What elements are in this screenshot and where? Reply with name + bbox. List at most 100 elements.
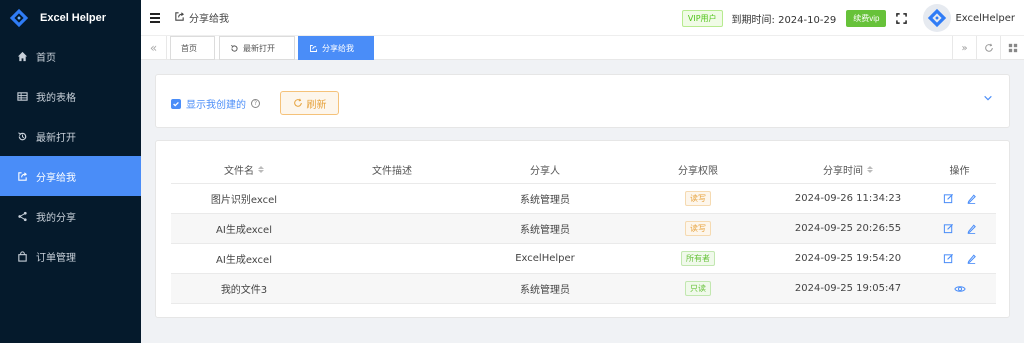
column-label: 分享时间 bbox=[823, 166, 863, 177]
home-icon bbox=[16, 50, 28, 62]
share-in-icon bbox=[174, 11, 185, 25]
cell-permission: 所有者 bbox=[623, 251, 773, 266]
eye-icon[interactable] bbox=[953, 284, 966, 294]
tabs-scroll-right-icon[interactable]: » bbox=[952, 36, 976, 60]
chevron-down-icon[interactable] bbox=[983, 93, 993, 103]
logo[interactable]: Excel Helper bbox=[0, 0, 141, 36]
table-row[interactable]: 我的文件3 系统管理员 只读 2024-09-25 19:05:47 bbox=[171, 274, 996, 304]
avatar-logo-icon bbox=[928, 8, 947, 28]
edit-icon[interactable] bbox=[943, 223, 954, 234]
avatar[interactable] bbox=[923, 4, 952, 32]
tab-home[interactable]: 首页 bbox=[170, 36, 215, 60]
column-label: 分享人 bbox=[530, 166, 560, 177]
refresh-tab-icon[interactable] bbox=[976, 36, 1000, 60]
column-header-sharer: 分享人 bbox=[467, 162, 623, 177]
cell-sharer: 系统管理员 bbox=[520, 225, 570, 236]
username[interactable]: ExcelHelper bbox=[955, 13, 1015, 24]
table-row[interactable]: AI生成excel 系统管理员 读写 2024-09-25 20:26:55 bbox=[171, 214, 996, 244]
permission-badge: 读写 bbox=[685, 191, 711, 206]
cell-sharer: 系统管理员 bbox=[520, 285, 570, 296]
table-icon bbox=[16, 90, 28, 102]
breadcrumb-label: 分享给我 bbox=[189, 14, 229, 25]
cell-share-time: 2024-09-26 11:34:23 bbox=[794, 193, 902, 204]
table-row[interactable]: AI生成excel ExcelHelper 所有者 2024-09-25 19:… bbox=[171, 244, 996, 274]
sidebar-item-my-shares[interactable]: 我的分享 bbox=[0, 196, 141, 236]
cell-share-time: 2024-09-25 20:26:55 bbox=[794, 223, 902, 234]
bag-icon bbox=[16, 250, 28, 262]
edit-icon[interactable] bbox=[943, 193, 954, 204]
vip-badge: VIP用户 bbox=[681, 9, 723, 27]
refresh-button[interactable]: 刷新 bbox=[280, 91, 339, 115]
sort-icon[interactable] bbox=[867, 166, 873, 173]
column-label: 操作 bbox=[949, 166, 970, 177]
cell-filename[interactable]: AI生成excel bbox=[171, 251, 317, 266]
cell-filename[interactable]: 图片识别excel bbox=[171, 191, 317, 206]
cell-actions bbox=[923, 284, 996, 294]
sort-icon[interactable] bbox=[258, 166, 264, 173]
column-label: 文件描述 bbox=[372, 166, 412, 177]
sidebar-item-recent[interactable]: 最新打开 bbox=[0, 116, 141, 156]
table-row[interactable]: 图片识别excel 系统管理员 读写 2024-09-26 11:34:23 bbox=[171, 184, 996, 214]
cell-sharer: ExcelHelper bbox=[515, 253, 575, 264]
checkbox-checked-icon bbox=[171, 98, 181, 109]
pen-icon[interactable] bbox=[966, 223, 977, 234]
column-header-desc: 文件描述 bbox=[317, 162, 467, 177]
filter-card: 显示我创建的 ? 刷新 bbox=[155, 74, 1010, 128]
tab-label: 最新打开 bbox=[243, 43, 275, 53]
sidebar-item-label: 我的表格 bbox=[36, 92, 76, 104]
cell-actions bbox=[923, 193, 996, 204]
expire-date: 到期时间: 2024-10-29 bbox=[731, 14, 837, 26]
sidebar-item-my-tables[interactable]: 我的表格 bbox=[0, 76, 141, 116]
permission-badge: 读写 bbox=[685, 221, 711, 236]
sidebar-item-shared-with-me[interactable]: 分享给我 bbox=[0, 156, 141, 196]
cell-actions bbox=[923, 253, 996, 264]
tab-label: 分享给我 bbox=[322, 43, 354, 53]
app-title: Excel Helper bbox=[40, 12, 107, 24]
sidebar-item-orders[interactable]: 订单管理 bbox=[0, 236, 141, 276]
cell-sharer: 系统管理员 bbox=[520, 195, 570, 206]
history-icon bbox=[230, 44, 239, 53]
show-mine-label: 显示我创建的 bbox=[186, 100, 246, 111]
cell-filename[interactable]: 我的文件3 bbox=[171, 281, 317, 296]
share-table: 文件名 文件描述 分享人 分享权限 分享时间 操作 图片识别excel 系统管理… bbox=[171, 156, 996, 304]
cell-permission: 读写 bbox=[623, 221, 773, 236]
permission-badge: 所有者 bbox=[681, 251, 715, 266]
cell-permission: 只读 bbox=[623, 281, 773, 296]
sidebar-item-label: 最新打开 bbox=[36, 132, 76, 144]
refresh-label: 刷新 bbox=[306, 99, 327, 111]
cell-filename[interactable]: AI生成excel bbox=[171, 221, 317, 236]
sidebar-item-label: 订单管理 bbox=[36, 252, 76, 264]
cell-actions bbox=[923, 223, 996, 234]
sidebar-item-home[interactable]: 首页 bbox=[0, 36, 141, 76]
tabs-scroll-left-icon[interactable]: « bbox=[141, 36, 167, 60]
share-table-card: 文件名 文件描述 分享人 分享权限 分享时间 操作 图片识别excel 系统管理… bbox=[155, 140, 1010, 318]
pen-icon[interactable] bbox=[966, 193, 977, 204]
cell-permission: 读写 bbox=[623, 191, 773, 206]
help-icon[interactable]: ? bbox=[251, 99, 260, 108]
share-icon bbox=[16, 210, 28, 222]
logo-icon bbox=[9, 8, 29, 28]
cell-share-time: 2024-09-25 19:54:20 bbox=[794, 253, 902, 264]
table-header: 文件名 文件描述 分享人 分享权限 分享时间 操作 bbox=[171, 156, 996, 184]
tab-recent[interactable]: 最新打开 bbox=[219, 36, 295, 60]
history-icon bbox=[16, 130, 28, 142]
column-header-share-time[interactable]: 分享时间 bbox=[773, 162, 923, 177]
renew-vip-button[interactable]: 续费vip bbox=[846, 9, 887, 27]
tabs-bar: « 首页 最新打开 分享给我 » bbox=[141, 36, 1024, 60]
menu-toggle-icon[interactable] bbox=[150, 12, 160, 23]
show-mine-checkbox[interactable]: 显示我创建的 ? bbox=[171, 96, 260, 111]
share-in-icon bbox=[309, 44, 318, 53]
column-header-permission: 分享权限 bbox=[623, 162, 773, 177]
fullscreen-icon[interactable] bbox=[896, 12, 908, 24]
column-header-filename[interactable]: 文件名 bbox=[171, 162, 317, 177]
sidebar-item-label: 首页 bbox=[36, 52, 56, 64]
column-header-actions: 操作 bbox=[923, 162, 996, 177]
pen-icon[interactable] bbox=[966, 253, 977, 264]
grid-menu-icon[interactable] bbox=[1000, 36, 1024, 60]
top-header: 分享给我 VIP用户 到期时间: 2024-10-29 续费vip ExcelH… bbox=[141, 0, 1024, 36]
tab-shared-with-me[interactable]: 分享给我 bbox=[298, 36, 374, 60]
permission-badge: 只读 bbox=[685, 281, 711, 296]
cell-share-time: 2024-09-25 19:05:47 bbox=[794, 283, 902, 294]
edit-icon[interactable] bbox=[943, 253, 954, 264]
column-label: 分享权限 bbox=[678, 166, 718, 177]
